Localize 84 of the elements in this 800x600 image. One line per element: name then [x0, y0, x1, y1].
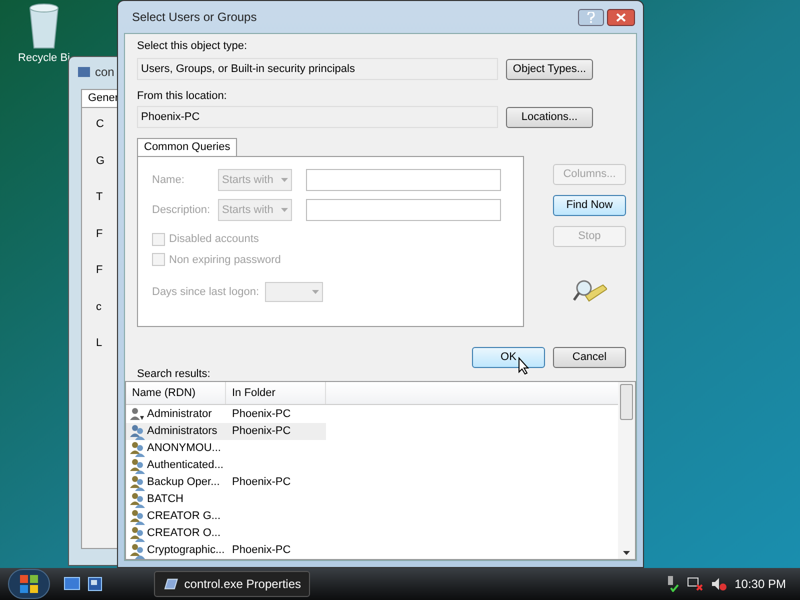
query-label: Name: — [152, 172, 186, 188]
group-icon — [130, 526, 146, 542]
result-folder: Phoenix-PC — [231, 543, 291, 558]
scroll-down-icon[interactable] — [623, 551, 630, 555]
desktop-icon-label: Recycle Bi — [18, 51, 70, 66]
search-icon — [572, 279, 606, 303]
mouse-pointer-icon — [518, 357, 530, 375]
close-icon — [616, 12, 626, 22]
label-text: G — [96, 154, 106, 168]
result-name: Backup Oper... — [147, 475, 220, 490]
result-name: CREATOR G... — [147, 509, 221, 524]
result-row[interactable]: Authenticated... — [126, 457, 326, 474]
group-icon — [130, 492, 146, 508]
windows-logo-icon — [20, 575, 38, 593]
field-label: From this location: — [137, 89, 228, 104]
caret-icon — [312, 290, 319, 294]
scrollbar[interactable] — [618, 382, 635, 559]
object-type-field: Users, Groups, or Built-in security principals — [137, 58, 498, 80]
result-row[interactable]: ANONYMOU... — [126, 440, 326, 457]
result-name: Administrator — [147, 407, 212, 422]
window-title: con — [95, 64, 114, 81]
result-name: CREATOR O... — [147, 526, 221, 542]
dialog-button[interactable]: Object Types... — [506, 58, 593, 80]
results-label: Search results: — [136, 367, 212, 380]
query-label: Description: — [152, 202, 212, 218]
result-folder: Phoenix-PC — [231, 475, 291, 490]
help-icon — [587, 12, 595, 22]
caret-icon — [281, 208, 288, 212]
scroll-thumb[interactable] — [620, 384, 633, 420]
result-row[interactable]: CREATOR G... — [126, 508, 326, 525]
network-disconnected-icon[interactable] — [686, 577, 703, 591]
group-icon — [130, 508, 146, 524]
result-folder: Phoenix-PC — [231, 424, 291, 440]
result-name: Cryptographic... — [147, 543, 225, 558]
label-text: F — [96, 226, 104, 242]
group-icon — [130, 474, 146, 490]
label-text: L — [96, 336, 104, 351]
group-icon — [130, 424, 146, 440]
label-text: F — [96, 263, 104, 278]
help-button[interactable] — [578, 8, 604, 26]
dialog-button[interactable]: Cancel — [553, 347, 626, 368]
volume-muted-icon[interactable] — [710, 577, 727, 591]
dialog-button[interactable]: Locations... — [506, 106, 593, 128]
dialog-button[interactable]: Find Now — [553, 195, 626, 216]
result-name: Administrators — [147, 424, 218, 440]
recycle-bin-icon[interactable] — [27, 2, 61, 50]
label-text: T — [96, 190, 104, 205]
checkbox-label: Disabled accounts — [169, 232, 259, 247]
result-row[interactable]: CREATOR O... — [126, 525, 326, 542]
close-button[interactable] — [607, 8, 635, 26]
user-icon — [130, 406, 146, 422]
window-icon — [77, 65, 91, 79]
dialog-title: Select Users or Groups — [132, 9, 257, 26]
field-label: Select this object type: — [137, 39, 248, 54]
label-text: C — [96, 117, 105, 132]
show-desktop-icon[interactable] — [64, 577, 80, 591]
query-input[interactable] — [306, 169, 501, 191]
caret-icon — [281, 178, 288, 182]
taskbar-button[interactable]: control.exe Properties — [154, 571, 310, 597]
column-header[interactable]: Name (RDN) — [126, 382, 226, 404]
label-text: c — [96, 300, 102, 314]
group-icon — [130, 440, 146, 456]
result-name: Authenticated... — [147, 458, 224, 474]
clock[interactable]: 10:30 PM — [734, 575, 786, 593]
result-row[interactable]: Cryptographic... Phoenix-PC — [126, 542, 326, 559]
result-name: BATCH — [147, 492, 184, 508]
result-row[interactable]: Administrators Phoenix-PC — [126, 423, 326, 440]
tab[interactable]: Common Queries — [137, 138, 238, 156]
result-folder: Phoenix-PC — [231, 407, 291, 422]
query-label: Days since last logon: — [152, 284, 259, 300]
location-field: Phoenix-PC — [137, 106, 498, 128]
result-row[interactable]: Backup Oper... Phoenix-PC — [126, 474, 326, 491]
group-icon — [130, 458, 146, 474]
result-name: ANONYMOU... — [147, 441, 221, 456]
query-input[interactable] — [306, 199, 501, 221]
result-row[interactable]: BATCH — [126, 491, 326, 508]
result-row[interactable]: Administrator Phoenix-PC — [126, 406, 326, 423]
checkbox-label: Non expiring password — [169, 252, 281, 268]
switch-windows-icon[interactable] — [88, 577, 102, 591]
program-icon — [163, 577, 178, 591]
start-button[interactable] — [8, 569, 50, 599]
column-header[interactable]: In Folder — [226, 382, 326, 404]
group-icon — [130, 542, 146, 558]
dialog-button[interactable]: OK — [472, 347, 545, 368]
